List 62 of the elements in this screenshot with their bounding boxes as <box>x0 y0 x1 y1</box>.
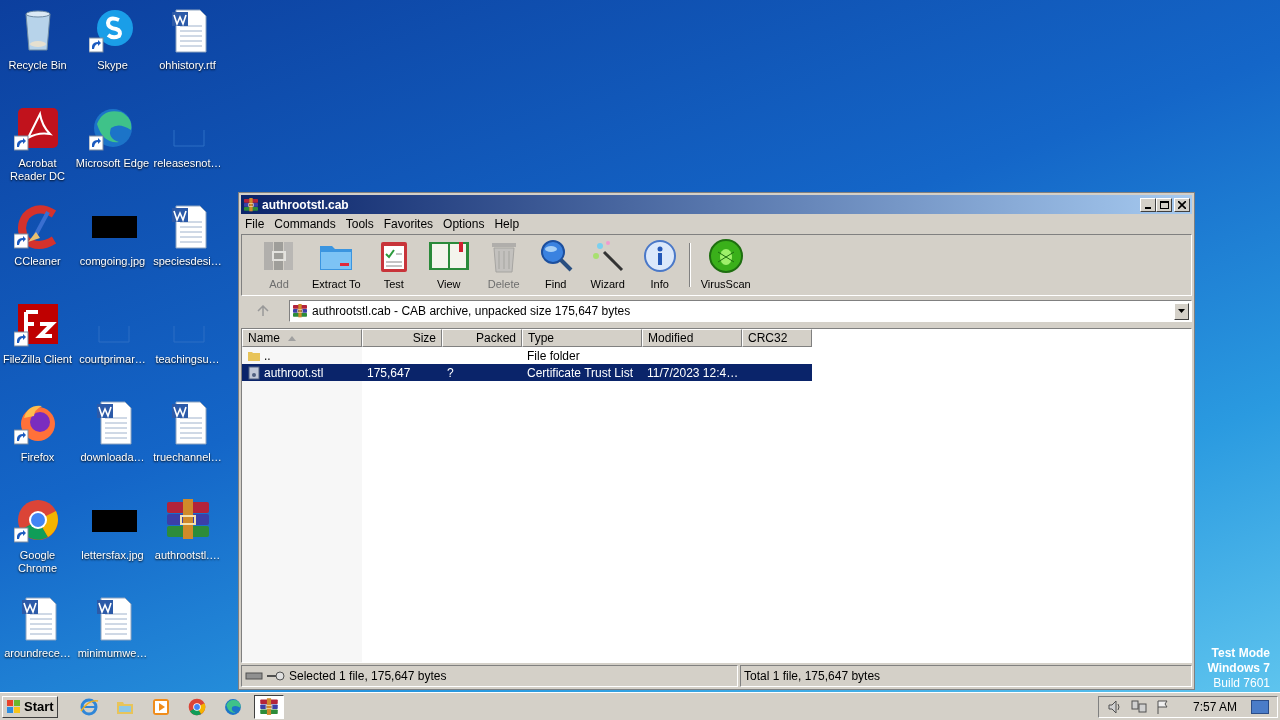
menu-item[interactable]: File <box>241 215 269 233</box>
bug-icon <box>707 238 744 274</box>
drive-icon <box>245 672 263 680</box>
status-text: Selected 1 file, 175,647 bytes <box>289 668 447 685</box>
taskbar-app-button[interactable] <box>253 694 284 719</box>
caret-icon <box>1178 309 1185 313</box>
file-row[interactable]: authroot.stl 175,647 ? Certificate Trust List 11/7/2023 12:4… <box>242 364 812 381</box>
menu-item[interactable]: Tools <box>341 215 378 233</box>
address-field[interactable]: authrootstl.cab - CAB archive, unpacked size 175,647 bytes <box>289 300 1192 322</box>
start-button[interactable]: Start <box>2 695 58 718</box>
windows-logo-icon <box>6 698 22 715</box>
toolbar-button[interactable]: View <box>422 238 475 292</box>
info-icon <box>641 238 678 274</box>
flag-icon <box>1154 698 1171 715</box>
play-icon <box>150 696 171 717</box>
menu-item[interactable]: Commands <box>270 215 340 233</box>
edge-icon <box>222 696 243 717</box>
column-header[interactable]: Name <box>242 329 362 347</box>
archive-icon <box>258 696 279 717</box>
toolbar-button[interactable]: Info <box>636 238 683 292</box>
maximize-button[interactable] <box>1156 197 1172 212</box>
os-notice-text: Test Mode <box>1211 646 1270 661</box>
table-cell-text: 11/7/2023 12:4… <box>647 364 739 382</box>
network-icon <box>1130 698 1147 715</box>
table-cell-text: ? <box>447 364 454 382</box>
minimize-button[interactable] <box>1140 197 1156 212</box>
chrome-icon <box>186 696 207 717</box>
certificate-file-icon <box>247 365 261 380</box>
close-button[interactable] <box>1174 197 1190 212</box>
os-notice-text: Build 7601 <box>1213 676 1270 691</box>
column-header[interactable]: Type <box>522 329 642 347</box>
toolbar-button[interactable]: Test <box>370 238 417 292</box>
archive-icon <box>243 196 259 213</box>
os-notice-text: Windows 7 <box>1207 661 1270 676</box>
toolbar-button[interactable]: Find <box>532 238 579 292</box>
browser-e-icon <box>78 696 99 717</box>
status-text: Total 1 file, 175,647 bytes <box>744 668 881 685</box>
column-header[interactable]: Modified <box>642 329 742 347</box>
column-header[interactable]: Packed <box>442 329 522 347</box>
key-icon <box>267 671 285 681</box>
toolbar-button[interactable]: Wizard <box>584 238 631 292</box>
dropdown-button[interactable] <box>1174 302 1189 320</box>
x-icon <box>1178 200 1186 209</box>
column-header[interactable]: CRC32 <box>742 329 812 347</box>
show-desktop-button[interactable] <box>1251 699 1269 714</box>
table-cell-text: 175,647 <box>367 364 411 382</box>
speaker-icon <box>1106 698 1123 715</box>
table-cell-text: Certificate Trust List <box>527 364 634 382</box>
menu-item[interactable]: Options <box>439 215 489 233</box>
clock: 7:57 AM <box>1192 698 1237 716</box>
menu-item[interactable]: Help <box>490 215 524 233</box>
window-title: authrootstl.cab <box>262 196 350 214</box>
toolbar-button[interactable]: VirusScan <box>696 238 755 292</box>
menu-item[interactable]: Favorites <box>379 215 438 233</box>
up-arrow-icon <box>257 305 269 317</box>
table-cell-text: File folder <box>527 347 580 365</box>
toolbar-button[interactable]: Extract To <box>308 238 365 292</box>
table-cell-text: authroot.stl <box>264 364 324 382</box>
column-header[interactable]: Size <box>362 329 442 347</box>
table-cell-text: .. <box>264 347 271 365</box>
archive-icon <box>292 303 308 319</box>
file-row[interactable]: .. File folder <box>242 347 812 364</box>
